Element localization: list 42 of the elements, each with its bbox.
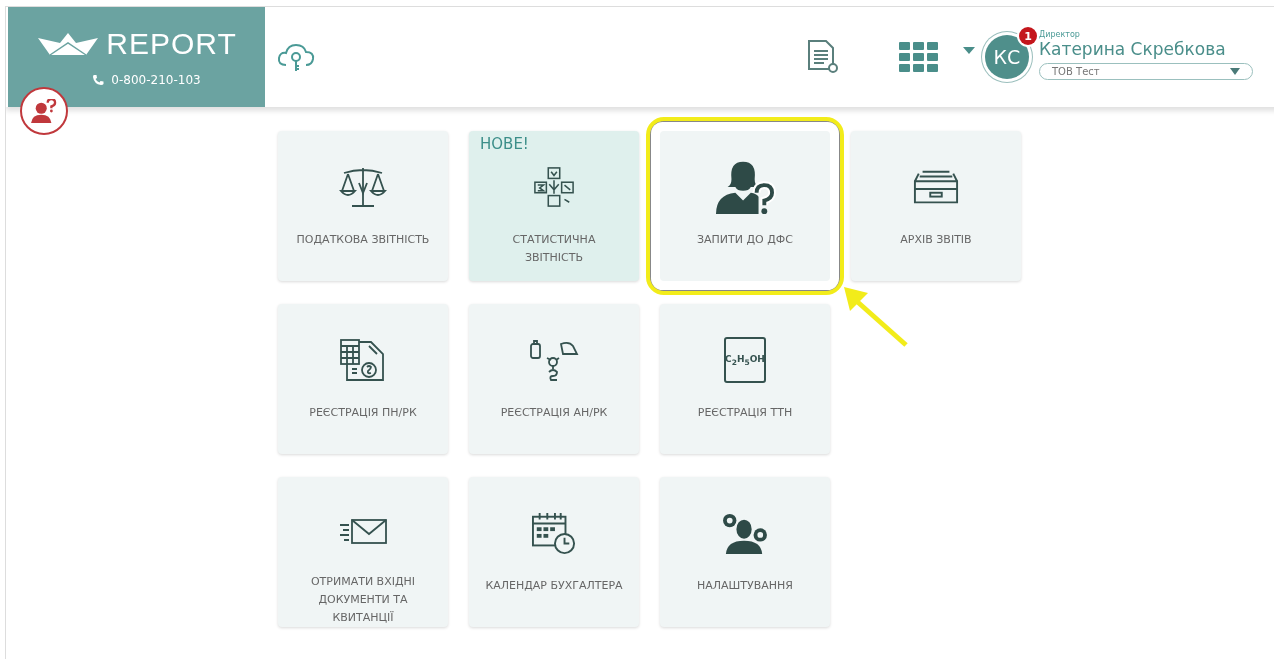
calendar-clock-icon xyxy=(531,511,577,555)
user-name[interactable]: Катерина Скребкова xyxy=(1039,39,1253,59)
tile-label: ЗАПИТИ ДО ДФС xyxy=(696,232,794,248)
cloud-key-icon[interactable] xyxy=(276,41,316,73)
support-button[interactable] xyxy=(20,87,68,135)
tile-label: РЕЄСТРАЦІЯ АН/РК xyxy=(499,405,609,421)
scales-icon xyxy=(338,165,388,209)
menu-tile[interactable]: НАЛАШТУВАННЯ xyxy=(660,477,830,627)
person-question-icon xyxy=(31,99,57,123)
user-role: Директор xyxy=(1039,30,1081,39)
apps-grid-icon[interactable] xyxy=(899,42,939,72)
new-label: НОВЕ! xyxy=(480,135,529,153)
person-gears-icon xyxy=(722,512,768,554)
tile-label: РЕЄСТРАЦІЯ ТТН xyxy=(696,405,794,421)
envelope-icon xyxy=(338,517,388,545)
menu-tile[interactable]: ОТРИМАТИ ВХІДНІ ДОКУМЕНТИ ТА КВИТАНЦІЇ xyxy=(278,477,448,627)
phone-icon xyxy=(92,74,105,86)
tile-label: ОТРИМАТИ ВХІДНІ ДОКУМЕНТИ ТА КВИТАНЦІЇ xyxy=(309,574,417,626)
phone-number: 0-800-210-103 xyxy=(111,73,201,87)
caret-icon[interactable] xyxy=(963,46,975,54)
tile-label: АРХІВ ЗВІТІВ xyxy=(899,232,973,248)
menu-tile[interactable]: РЕЄСТРАЦІЯ АН/РК xyxy=(469,304,639,454)
menu-tile[interactable]: C$_{2}$H$_{5}$OH РЕЄСТРАЦІЯ ТТН xyxy=(660,304,830,454)
tile-label: НАЛАШТУВАННЯ xyxy=(695,578,794,594)
paper-boat-icon xyxy=(36,31,101,57)
menu-tile[interactable]: РЕЄСТРАЦІЯ ПН/РК xyxy=(278,304,448,454)
tile-label: СТАТИСТИЧНА ЗВІТНІСТЬ xyxy=(511,232,597,266)
notification-badge: 1 xyxy=(1019,27,1037,45)
tile-label: КАЛЕНДАР БУХГАЛТЕРА xyxy=(484,578,624,594)
caret-icon xyxy=(1230,68,1240,75)
document-icon[interactable] xyxy=(805,39,839,75)
menu-tile[interactable]: АРХІВ ЗВІТІВ xyxy=(851,131,1021,281)
formula-document-icon: C$_{2}$H$_{5}$OH xyxy=(724,337,766,383)
logo-text: REPORT xyxy=(106,27,237,61)
archive-tray-icon xyxy=(913,169,959,205)
menu-tile[interactable]: НОВЕ! СТАТИСТИЧНА ЗВІТНІСТЬ xyxy=(469,131,639,281)
menu-tile[interactable]: ПОДАТКОВА ЗВІТНІСТЬ xyxy=(278,131,448,281)
tile-label: РЕЄСТРАЦІЯ ПН/РК xyxy=(308,405,418,421)
menu-tile[interactable]: КАЛЕНДАР БУХГАЛТЕРА xyxy=(469,477,639,627)
calculator-document-icon xyxy=(339,338,387,382)
tile-label: ПОДАТКОВА ЗВІТНІСТЬ xyxy=(295,232,431,248)
symbols-cross-icon xyxy=(533,166,575,208)
